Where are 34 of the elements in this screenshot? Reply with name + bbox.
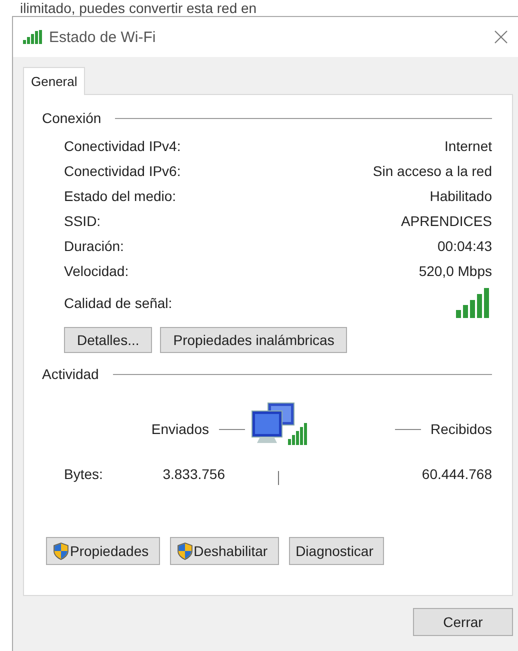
received-bytes: 60.444.768 bbox=[422, 466, 492, 482]
shield-icon bbox=[176, 542, 193, 560]
field-label: Conectividad IPv4: bbox=[64, 138, 181, 154]
background-text: ilimitado, puedes convertir esta red en bbox=[20, 0, 257, 16]
field-label: SSID: bbox=[64, 212, 101, 228]
window-title: Estado de Wi-Fi bbox=[49, 28, 156, 46]
field-value: 520,0 Mbps bbox=[418, 262, 492, 278]
field-label: Duración: bbox=[64, 238, 124, 254]
bytes-label: Bytes: bbox=[64, 466, 103, 482]
signal-icon bbox=[23, 30, 43, 44]
dialog-button[interactable]: Diagnosticar bbox=[288, 537, 384, 565]
close-button[interactable]: Cerrar bbox=[413, 608, 513, 636]
tab[interactable]: General bbox=[23, 67, 86, 95]
sent-label: Enviados bbox=[151, 421, 209, 437]
field-label: Velocidad: bbox=[64, 262, 129, 278]
field-value: Internet bbox=[444, 138, 492, 154]
dialog-button[interactable]: Detalles... bbox=[64, 327, 152, 353]
field-label: Calidad de señal: bbox=[64, 295, 172, 311]
dialog-button[interactable]: Propiedades inalámbricas bbox=[160, 327, 348, 353]
section-heading: Actividad bbox=[42, 366, 99, 382]
dialog-button[interactable]: Deshabilitar bbox=[170, 537, 279, 565]
field-label: Conectividad IPv6: bbox=[64, 162, 181, 178]
field-value: 00:04:43 bbox=[438, 238, 492, 254]
received-label: Recibidos bbox=[430, 421, 492, 437]
shield-icon bbox=[53, 542, 69, 560]
close-icon[interactable] bbox=[494, 30, 508, 44]
field-value: Habilitado bbox=[430, 188, 492, 204]
signal-bars-icon bbox=[456, 288, 492, 318]
section-heading: Conexión bbox=[42, 110, 102, 126]
field-value: APRENDICES bbox=[400, 212, 492, 228]
field-value: Sin acceso a la red bbox=[372, 162, 492, 178]
field-label: Estado del medio: bbox=[64, 188, 176, 204]
sent-bytes: 3.833.756 bbox=[162, 466, 225, 482]
dialog-button[interactable]: Propiedades bbox=[46, 537, 160, 565]
